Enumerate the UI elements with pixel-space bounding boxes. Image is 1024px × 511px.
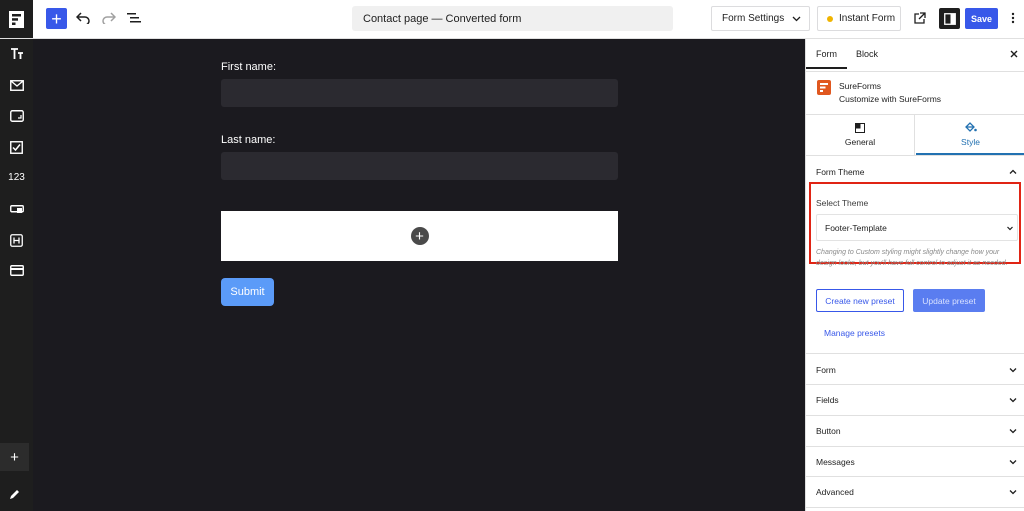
- divider: [806, 507, 1024, 508]
- update-preset-button[interactable]: Update preset: [913, 289, 985, 312]
- create-preset-button[interactable]: Create new preset: [816, 289, 904, 312]
- section-fields[interactable]: Fields: [816, 395, 839, 405]
- tab-general[interactable]: General: [806, 115, 915, 155]
- section-form[interactable]: Form: [816, 365, 836, 375]
- select-theme-label: Select Theme: [816, 198, 869, 208]
- general-icon: [855, 123, 865, 133]
- tab-block[interactable]: Block: [856, 49, 878, 59]
- plus-circle-icon[interactable]: +: [410, 227, 429, 245]
- divider: [806, 155, 1024, 156]
- input-icon[interactable]: [0, 104, 33, 128]
- form-canvas: First name: Last name: + Submit: [33, 39, 805, 511]
- chevron-down-icon: [792, 16, 801, 21]
- number-icon[interactable]: 123: [0, 165, 33, 189]
- theme-select[interactable]: Footer-Template: [816, 214, 1018, 241]
- status-dot-icon: [827, 15, 833, 22]
- settings-sidebar-toggle-icon[interactable]: [939, 8, 960, 29]
- sureforms-description: Customize with SureForms: [839, 94, 942, 104]
- settings-panel: Form Block SureForms Customize with Sure…: [805, 39, 1024, 511]
- chevron-down-icon[interactable]: [1008, 457, 1018, 467]
- divider: [806, 353, 1024, 354]
- divider: [806, 384, 1024, 385]
- theme-select-value: Footer-Template: [825, 222, 887, 233]
- last-name-input[interactable]: [221, 152, 618, 180]
- theme-hint-text: Changing to Custom styling might slightl…: [816, 249, 1008, 267]
- manage-presets-link[interactable]: Manage presets: [824, 328, 885, 338]
- divider: [806, 446, 1024, 447]
- add-block-button[interactable]: +: [46, 8, 67, 29]
- divider: [806, 415, 1024, 416]
- section-advanced[interactable]: Advanced: [816, 487, 854, 497]
- tab-general-label: General: [844, 137, 876, 147]
- document-title-bar[interactable]: Contact page — Converted form: [352, 6, 673, 31]
- more-options-icon[interactable]: [1006, 9, 1020, 27]
- chevron-down-icon[interactable]: [1008, 365, 1018, 375]
- text-icon[interactable]: [0, 42, 33, 66]
- chevron-up-icon[interactable]: [1008, 167, 1018, 177]
- tab-style[interactable]: Style: [916, 115, 1024, 155]
- chevron-down-icon[interactable]: [1008, 426, 1018, 436]
- chevron-down-icon[interactable]: [1008, 487, 1018, 497]
- mail-icon[interactable]: [0, 73, 33, 97]
- sureforms-logo-icon[interactable]: [0, 0, 33, 38]
- form-theme-title[interactable]: Form Theme: [816, 167, 865, 177]
- tab-style-label: Style: [961, 136, 980, 147]
- undo-icon[interactable]: [74, 9, 92, 27]
- section-button[interactable]: Button: [816, 426, 841, 436]
- save-button[interactable]: Save: [965, 8, 998, 29]
- last-name-label: Last name:: [221, 134, 276, 146]
- card-icon[interactable]: [0, 258, 33, 282]
- heading-icon[interactable]: [0, 228, 33, 252]
- first-name-input[interactable]: [221, 79, 618, 107]
- paint-bucket-icon: [964, 121, 977, 132]
- list-view-icon[interactable]: [125, 9, 143, 27]
- close-icon[interactable]: [1010, 47, 1018, 61]
- pencil-icon[interactable]: [0, 480, 29, 508]
- form-settings-button[interactable]: Form Settings: [711, 6, 810, 31]
- redo-icon[interactable]: [100, 9, 118, 27]
- block-inserter[interactable]: +: [221, 211, 618, 261]
- tab-form[interactable]: Form: [806, 49, 847, 69]
- divider: [806, 476, 1024, 477]
- instant-form-label: Instant Form: [839, 13, 896, 24]
- chevron-down-icon[interactable]: [1008, 395, 1018, 405]
- sureforms-logo-icon: [817, 80, 831, 95]
- sureforms-name: SureForms: [839, 81, 882, 91]
- divider: [806, 71, 1024, 72]
- external-link-icon[interactable]: [910, 9, 928, 27]
- top-toolbar: + Contact page — Converted form Form Set…: [0, 0, 1024, 39]
- link-icon[interactable]: [0, 197, 33, 221]
- instant-form-button[interactable]: Instant Form: [817, 6, 901, 31]
- block-rail: 123 +: [0, 39, 33, 511]
- first-name-label: First name:: [221, 61, 277, 73]
- section-messages[interactable]: Messages: [816, 457, 855, 467]
- chevron-down-icon: [1007, 226, 1013, 231]
- form-settings-label: Form Settings: [722, 13, 785, 24]
- submit-button[interactable]: Submit: [221, 278, 274, 306]
- checkbox-icon[interactable]: [0, 135, 33, 159]
- add-field-icon[interactable]: +: [0, 443, 29, 471]
